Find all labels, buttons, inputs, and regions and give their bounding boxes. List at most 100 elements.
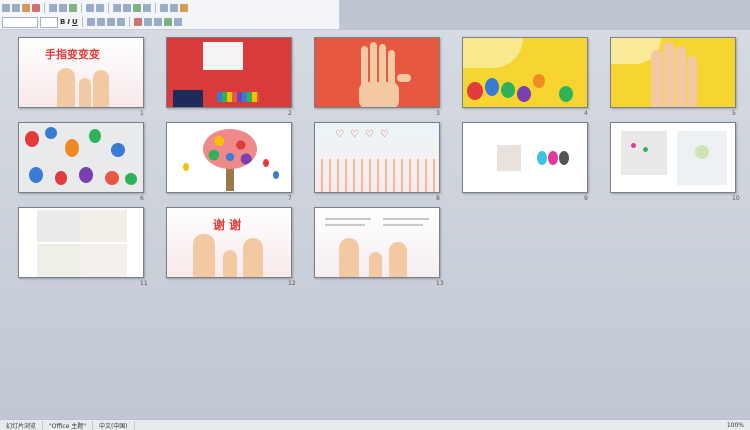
open-icon[interactable] (12, 4, 20, 12)
handprint (125, 173, 137, 185)
finger-face (243, 238, 263, 277)
fingerprint-art-photo (81, 210, 127, 242)
finger-face (651, 50, 662, 107)
toolbar-row-2: B I U (2, 16, 182, 28)
redo-icon[interactable] (96, 4, 104, 12)
fingerprint-art-photo (81, 244, 127, 277)
paper (203, 42, 243, 70)
design-icon[interactable] (163, 18, 172, 26)
slide-number: 13 (436, 280, 444, 287)
shape-icon[interactable] (143, 4, 151, 12)
cut-icon[interactable] (49, 4, 57, 12)
chart-icon[interactable] (123, 4, 131, 12)
slide-thumbnail-3[interactable] (314, 37, 440, 108)
italic-button[interactable]: I (67, 18, 70, 26)
font-size-field[interactable] (40, 16, 58, 28)
fingerprint (548, 151, 558, 165)
save-icon[interactable] (22, 4, 30, 12)
align-left-icon[interactable] (86, 18, 95, 26)
slide-thumbnail-7[interactable] (166, 122, 292, 193)
handprint (105, 171, 119, 185)
slide-number: 12 (288, 280, 296, 287)
font-color-icon[interactable] (133, 18, 142, 26)
finger-face (687, 56, 697, 107)
slide-thumbnail-13[interactable] (314, 207, 440, 278)
undo-icon[interactable] (86, 4, 94, 12)
paste-icon[interactable] (69, 4, 77, 12)
animation-icon[interactable] (173, 18, 182, 26)
fingerprint-art-photo (37, 210, 81, 242)
finger-face (57, 68, 75, 107)
font-name-field[interactable] (2, 16, 38, 28)
bold-button[interactable]: B (60, 18, 65, 26)
slide-thumbnail-8[interactable]: ♡♡♡♡ (314, 122, 440, 193)
thumb (397, 74, 411, 82)
finger-face (369, 252, 382, 277)
table-icon[interactable] (113, 4, 121, 12)
dot (695, 145, 709, 159)
new-icon[interactable] (2, 4, 10, 12)
separator (44, 3, 45, 13)
slide-number: 3 (436, 110, 440, 117)
fingerprint-tree (203, 129, 257, 169)
separator (155, 3, 156, 13)
underline-button[interactable]: U (72, 18, 78, 26)
align-right-icon[interactable] (106, 18, 115, 26)
slide-thumbnail-6[interactable] (18, 122, 144, 193)
layout-icon[interactable] (153, 18, 162, 26)
finger (379, 44, 386, 86)
slide-number: 10 (732, 195, 740, 202)
new-slide-icon[interactable] (143, 18, 152, 26)
slide-thumbnail-9[interactable] (462, 122, 588, 193)
finger (361, 46, 368, 86)
text-line (383, 218, 429, 220)
finger-face (93, 70, 109, 107)
fingerprint (537, 151, 547, 165)
slide-number: 5 (732, 110, 736, 117)
finger (370, 42, 377, 86)
slide-number: 7 (288, 195, 292, 202)
slide-title: 手指变变变 (45, 48, 100, 61)
handprint (25, 131, 39, 147)
finger-face (389, 242, 407, 277)
handprint (89, 129, 101, 143)
dot (631, 143, 636, 148)
slide-thumbnail-4[interactable] (462, 37, 588, 108)
balloon (273, 171, 279, 179)
handprint (533, 74, 545, 88)
slide-thumbnail-10[interactable] (610, 122, 736, 193)
grid-icon[interactable] (160, 4, 168, 12)
picture-icon[interactable] (133, 4, 141, 12)
separator (128, 17, 130, 27)
status-zoom[interactable]: 100% (721, 422, 750, 429)
align-center-icon[interactable] (96, 18, 105, 26)
slide-sorter-pane[interactable]: 手指变变变 1 2 3 4 5 6 7 ♡♡♡♡ 8 9 10 11 谢 谢 1… (0, 30, 750, 419)
text-line (383, 224, 423, 226)
finger (388, 50, 395, 86)
finger-face (193, 234, 215, 277)
slide-thumbnail-12[interactable]: 谢 谢 (166, 207, 292, 278)
zoom-icon[interactable] (170, 4, 178, 12)
handprint (111, 143, 125, 157)
finger-face (339, 238, 359, 277)
fingerprint-art-photo (37, 244, 81, 277)
fingerprint (559, 151, 569, 165)
handprint (501, 82, 515, 98)
slide-thumbnail-11[interactable] (18, 207, 144, 278)
bullets-icon[interactable] (116, 18, 125, 26)
ribbon-toolbar: B I U (0, 0, 340, 30)
slide-thumbnail-5[interactable] (610, 37, 736, 108)
print-icon[interactable] (32, 4, 40, 12)
ink-pad (173, 90, 203, 107)
status-language[interactable]: 中文(中国) (93, 420, 135, 430)
separator (81, 3, 82, 13)
finger-face (79, 78, 91, 107)
slide-thumbnail-2[interactable] (166, 37, 292, 108)
status-view: 幻灯片浏览 (0, 420, 44, 430)
slide-thumbnail-1[interactable]: 手指变变变 (18, 37, 144, 108)
raised-hands-drawing (315, 159, 439, 192)
cloud-shape (463, 38, 523, 68)
finger-face (223, 250, 237, 277)
copy-icon[interactable] (59, 4, 67, 12)
help-icon[interactable] (180, 4, 188, 12)
